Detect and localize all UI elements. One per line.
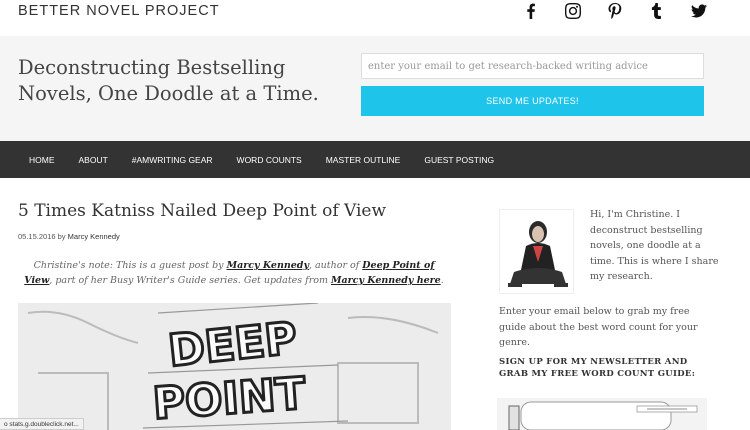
nav-link[interactable]: WORD COUNTS xyxy=(237,155,302,165)
svg-text:POINT: POINT xyxy=(151,368,307,430)
facebook-icon[interactable] xyxy=(510,0,552,22)
article-date: 05.15.2016 xyxy=(18,232,56,241)
hero-band: Deconstructing Bestselling Novels, One D… xyxy=(0,36,750,141)
top-header: BETTER NOVEL PROJECT xyxy=(0,0,750,36)
article-featured-image: DEEP POINT xyxy=(18,303,451,430)
site-tagline: Deconstructing Bestselling Novels, One D… xyxy=(18,56,319,105)
browser-status-tooltip: o stats.g.doubleclick.net... xyxy=(0,418,84,430)
twitter-icon[interactable] xyxy=(678,0,720,22)
tumblr-icon[interactable] xyxy=(636,0,678,22)
nav-item-about[interactable]: ABOUT xyxy=(67,141,120,178)
note-updates-link[interactable]: Marcy Kennedy here xyxy=(331,275,441,286)
nav-item-amwriting-gear[interactable]: #AMWRITING GEAR xyxy=(120,141,225,178)
note-mid: , author of xyxy=(308,260,360,271)
note-end: . xyxy=(440,275,444,286)
note-prefix: Christine's note: This is a guest post b… xyxy=(33,260,224,271)
nav-link[interactable]: #AMWRITING GEAR xyxy=(132,155,213,165)
nav-item-master-outline[interactable]: MASTER OUTLINE xyxy=(314,141,413,178)
site-title[interactable]: BETTER NOVEL PROJECT xyxy=(18,3,220,19)
author-intro: Hi, I'm Christine. I deconstruct bestsel… xyxy=(590,209,719,282)
note-author-link[interactable]: Marcy Kennedy xyxy=(227,260,309,271)
article-byline: 05.15.2016 by Marcy Kennedy xyxy=(18,232,120,241)
author-avatar xyxy=(499,209,574,294)
word-count-guide-image[interactable] xyxy=(497,398,707,430)
pinterest-icon[interactable] xyxy=(594,0,636,22)
byline-by: by xyxy=(57,232,66,241)
nav-item-word-counts[interactable]: WORD COUNTS xyxy=(225,141,314,178)
social-links xyxy=(510,0,720,22)
guest-note: Christine's note: This is a guest post b… xyxy=(18,258,450,288)
article-title[interactable]: 5 Times Katniss Nailed Deep Point of Vie… xyxy=(18,201,386,221)
main-nav: HOME ABOUT #AMWRITING GEAR WORD COUNTS M… xyxy=(0,141,750,178)
guide-text: Enter your email below to grab my free g… xyxy=(499,306,698,348)
nav-link[interactable]: GUEST POSTING xyxy=(424,155,494,165)
newsletter-heading: SIGN UP FOR MY NEWSLETTER AND GRAB MY FR… xyxy=(499,357,696,379)
note-after-book: , part of her Busy Writer's Guide series… xyxy=(49,275,328,286)
nav-link[interactable]: MASTER OUTLINE xyxy=(326,155,401,165)
author-link[interactable]: Marcy Kennedy xyxy=(68,232,120,241)
nav-link[interactable]: ABOUT xyxy=(79,155,108,165)
nav-link[interactable]: HOME xyxy=(29,155,55,165)
instagram-icon[interactable] xyxy=(552,0,594,22)
nav-item-guest-posting[interactable]: GUEST POSTING xyxy=(412,141,506,178)
nav-item-home[interactable]: HOME xyxy=(17,141,67,178)
email-input[interactable] xyxy=(361,53,704,79)
send-updates-button[interactable]: SEND ME UPDATES! xyxy=(361,86,704,116)
